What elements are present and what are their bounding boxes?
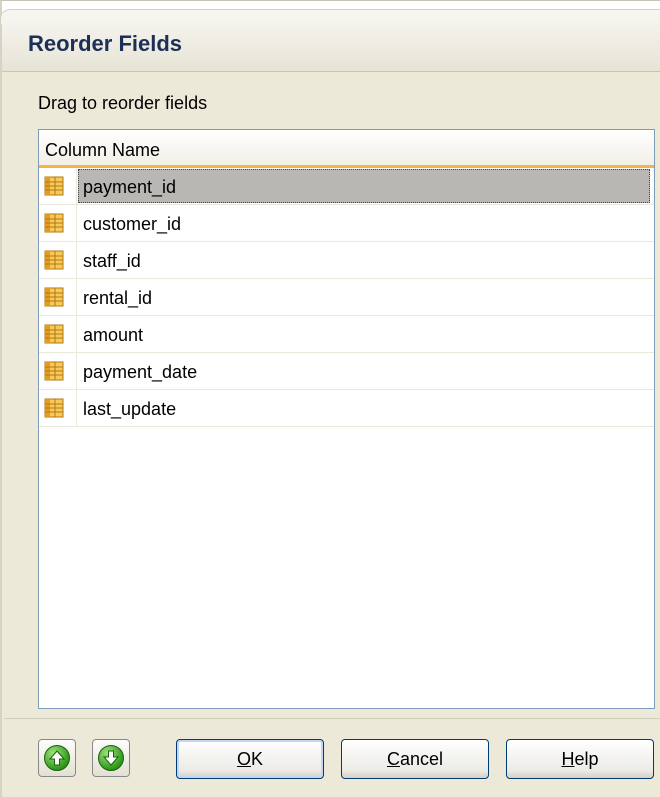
field-row[interactable]: staff_id: [39, 242, 654, 279]
field-name: last_update: [83, 399, 177, 419]
field-row[interactable]: amount: [39, 316, 654, 353]
table-field-icon: [44, 324, 64, 344]
field-row[interactable]: payment_id: [39, 168, 654, 205]
field-name: payment_date: [83, 362, 198, 382]
help-mnemonic: H: [561, 749, 575, 769]
row-icon-cell: [39, 353, 77, 389]
row-icon-cell: [39, 242, 77, 278]
ok-button[interactable]: OK: [176, 739, 324, 779]
table-field-icon: [44, 287, 64, 307]
field-row[interactable]: rental_id: [39, 279, 654, 316]
help-label: elp: [574, 749, 599, 769]
move-down-button[interactable]: [92, 739, 130, 777]
arrow-down-glyph: [102, 750, 120, 766]
table-field-icon: [44, 361, 64, 381]
column-header[interactable]: Column Name: [39, 130, 654, 168]
instruction-label: Drag to reorder fields: [38, 93, 208, 113]
field-row[interactable]: customer_id: [39, 205, 654, 242]
row-icon-cell: [39, 316, 77, 352]
cancel-label: ancel: [399, 749, 444, 769]
title-bar[interactable]: Reorder Fields: [2, 13, 660, 72]
table-field-icon: [44, 398, 64, 418]
table-field-icon: [44, 213, 64, 233]
field-row[interactable]: last_update: [39, 390, 654, 427]
ok-mnemonic: O: [236, 749, 251, 769]
cancel-mnemonic: C: [386, 749, 400, 769]
field-name: staff_id: [83, 251, 141, 271]
cancel-button[interactable]: Cancel: [341, 739, 489, 779]
ok-label: K: [251, 749, 264, 769]
table-field-icon: [44, 250, 64, 270]
field-row[interactable]: payment_date: [39, 353, 654, 390]
arrow-up-glyph: [48, 750, 66, 766]
help-button[interactable]: Help: [506, 739, 654, 779]
dialog-footer: OK Cancel Help: [4, 718, 660, 797]
row-icon-cell: [39, 279, 77, 315]
field-name: amount: [83, 325, 144, 345]
column-header-label: Column Name: [45, 140, 161, 160]
field-name: payment_id: [83, 177, 177, 197]
row-icon-cell: [39, 205, 77, 241]
table-field-icon: [44, 176, 64, 196]
field-name: customer_id: [83, 214, 182, 234]
fields-list[interactable]: Column Name payment_id customer_id staff_i…: [38, 129, 655, 709]
field-rows: payment_id customer_id staff_id rental_idam…: [39, 168, 654, 427]
move-up-button[interactable]: [38, 739, 76, 777]
row-icon-cell: [39, 168, 77, 204]
field-name: rental_id: [83, 288, 153, 308]
reorder-fields-dialog: Reorder Fields Drag to reorder fields Co…: [0, 0, 660, 797]
window-title: Reorder Fields: [28, 31, 183, 56]
row-icon-cell: [39, 390, 77, 426]
